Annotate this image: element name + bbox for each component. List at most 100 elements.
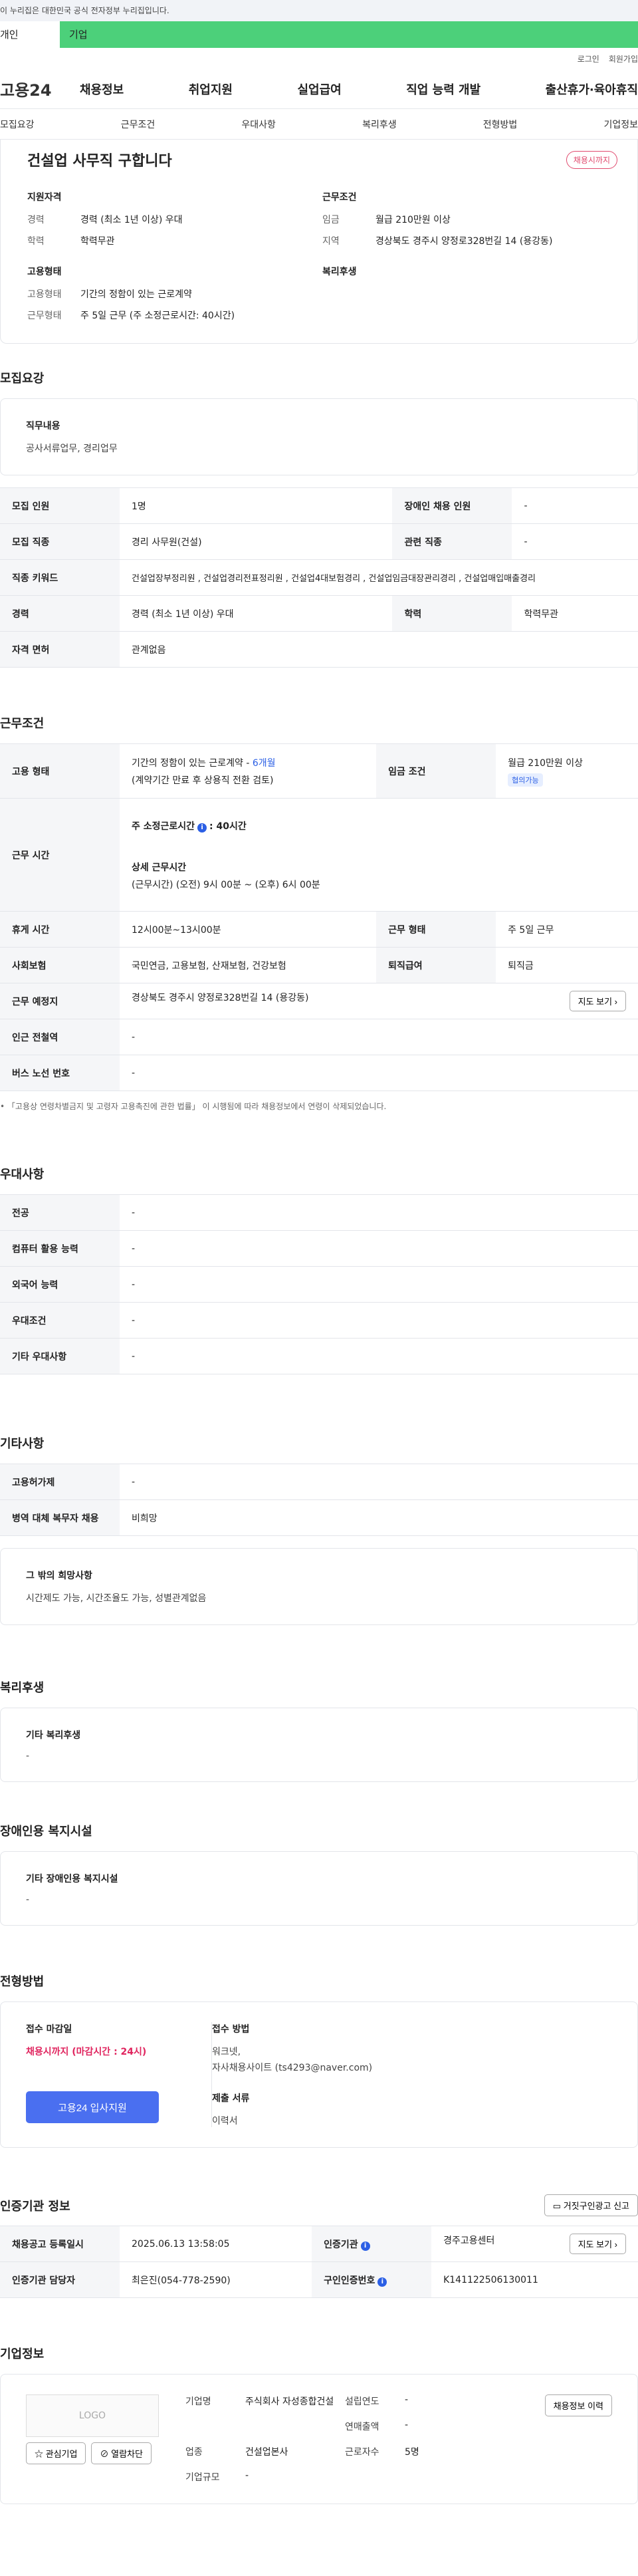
report-button[interactable]: ▭ 거짓구인광고 신고 [544, 2194, 638, 2216]
recruit-title: 모집요강 [0, 372, 45, 386]
subnav-welfare[interactable]: 복리후생 [362, 118, 397, 131]
tab-personal[interactable]: 개인 [0, 21, 60, 48]
location-value: 경상북도 경주시 양정로328번길 14 (용강동) [132, 993, 309, 1003]
info-icon[interactable]: i [360, 2241, 370, 2251]
table-row: 직종 키워드 건설업장부정리원 , 건설업경리전표정리원 , 건설업4대보험경리 … [0, 559, 638, 596]
table-row: 버스 노선 번호 - [0, 1055, 638, 1091]
gnb-item-parental-leave[interactable]: 출산휴가·육아휴직 [546, 80, 638, 98]
age-note-text: 「고용상 연령차별금지 및 고령자 고용촉진에 관한 법률」 이 시행됨에 따라… [7, 1102, 387, 1111]
info-icon[interactable]: i [197, 823, 207, 833]
tab-company[interactable]: 기업 [60, 21, 638, 48]
cell-value: - [120, 1194, 638, 1231]
block-button-label: 열람차단 [111, 2449, 143, 2459]
sum-key: 임금 [322, 215, 340, 225]
hope-label: 그 밖의 희망사항 [26, 1571, 92, 1581]
cell-key: 근무 시간 [0, 798, 120, 912]
sum-key: 학력 [27, 236, 45, 247]
subnav-recruit[interactable]: 모집요강 [0, 118, 35, 131]
agency-table: 채용공고 등록일시 2025.06.13 13:58:05 인증기관 i 경주고용… [0, 2226, 638, 2298]
company-field-value: 주식회사 자성종합건설 [245, 2396, 334, 2407]
cell-key: 장애인 채용 인원 [392, 487, 512, 524]
company-field-key: 기업명 [185, 2396, 211, 2407]
company-field-value: 5명 [405, 2447, 419, 2458]
subnav-conditions[interactable]: 근무조건 [121, 118, 156, 131]
hope-box: 그 밖의 희망사항 시간제도 가능, 시간조율도 가능, 성별관계없음 [0, 1548, 638, 1625]
cell-value: - [120, 1338, 638, 1374]
info-icon[interactable]: i [377, 2277, 387, 2287]
subnav-preference[interactable]: 우대사항 [241, 118, 276, 131]
cell-value: - [512, 523, 638, 560]
map-button[interactable]: 지도 보기 › [569, 991, 626, 1011]
login-link[interactable]: 로그인 [578, 53, 599, 64]
interest-company-button[interactable]: ☆ 관심기업 [26, 2442, 86, 2464]
company-box: LOGO ☆ 관심기업 ⊘ 열람차단 기업명 주식회사 자성종합건설 설립연도 … [0, 2374, 638, 2504]
company-field-key: 연매출액 [345, 2422, 379, 2432]
method-label: 접수 방법 [212, 2024, 250, 2035]
cell-key: 컴퓨터 활용 능력 [0, 1230, 120, 1267]
disability-box-label: 기타 장애인용 복지시설 [26, 1874, 118, 1884]
hours-main-label: 주 소정근로시간 [132, 821, 195, 832]
table-row: 컴퓨터 활용 능력 - [0, 1230, 638, 1267]
cell-value: K141122506130011 [431, 2261, 638, 2298]
table-row: 채용공고 등록일시 2025.06.13 13:58:05 인증기관 i 경주고용… [0, 2226, 638, 2262]
preference-table: 전공 - 컴퓨터 활용 능력 - 외국어 능력 - 우대조건 - 기타 우대사항 - [0, 1194, 638, 1374]
gnb-item-skills-dev[interactable]: 직업 능력 개발 [406, 80, 480, 98]
cell-value: 퇴직금 [496, 947, 638, 983]
history-button[interactable]: 채용정보 이력 [544, 2394, 612, 2416]
employment-type-label: 고용형태 [27, 267, 62, 277]
qualification-label: 지원자격 [27, 192, 62, 203]
table-row: 기타 우대사항 - [0, 1338, 638, 1374]
subnav-company[interactable]: 기업정보 [603, 118, 638, 131]
cell-key: 사회보험 [0, 947, 120, 983]
star-icon: ☆ [35, 2449, 44, 2459]
cell-value: 월급 210만원 이상 협의가능 [496, 743, 638, 799]
block-view-button[interactable]: ⊘ 열람차단 [91, 2442, 152, 2464]
cell-key: 전공 [0, 1194, 120, 1231]
company-field-key: 업종 [185, 2447, 203, 2458]
sum-key: 경력 [27, 215, 45, 225]
method-text: 워크넷, [212, 2047, 241, 2057]
cell-value: 주 5일 근무 [496, 911, 638, 948]
table-row: 고용 형태 기간의 정함이 있는 근로계약 - 6개월 (계약기간 만료 후 상… [0, 743, 638, 799]
apply-button[interactable]: 고용24 입사지원 [26, 2091, 159, 2123]
cell-key: 버스 노선 번호 [0, 1055, 120, 1091]
signup-link[interactable]: 회원가입 [609, 53, 638, 64]
cell-value: 최은진(054-778-2590) [120, 2261, 312, 2298]
table-row: 사회보험 국민연금, 고용보험, 산재보험, 건강보험 퇴직급여 퇴직금 [0, 947, 638, 983]
recruit-table: 모집 인원 1명 장애인 채용 인원 - 모집 직종 경리 사무원(건설) 관련 직종 - … [0, 487, 638, 668]
agency-value: 경주고용센터 [443, 2236, 495, 2246]
gnb-item-unemployment-benefit[interactable]: 실업급여 [298, 80, 342, 98]
cell-key: 학력 [392, 595, 512, 632]
cell-key: 자격 면허 [0, 631, 120, 668]
company-logo: LOGO [26, 2394, 159, 2437]
cell-value: 경상북도 경주시 양정로328번길 14 (용강동) 지도 보기 › [120, 983, 638, 1019]
cell-value: 경력 (최소 1년 이상) 우대 [120, 595, 393, 632]
agency-map-button[interactable]: 지도 보기 › [569, 2234, 626, 2254]
gnb-item-jobs[interactable]: 채용정보 [80, 80, 124, 98]
cell-key: 근무 형태 [376, 911, 496, 948]
work-conditions-label: 근무조건 [322, 192, 357, 203]
top-tabs: 개인 기업 [0, 21, 638, 48]
hours-detail-value: (근무시간) (오전) 9시 00분 ~ (오후) 6시 00분 [132, 879, 320, 890]
site-logo[interactable]: 고용24 [0, 77, 80, 100]
table-row: 우대조건 - [0, 1302, 638, 1339]
cell-value: - [120, 1019, 638, 1055]
cell-value: - [120, 1230, 638, 1267]
hours-main-value: : 40시간 [209, 821, 247, 832]
cell-value: 기간의 정함이 있는 근로계약 - 6개월 (계약기간 만료 후 상용직 전환 … [120, 743, 377, 799]
company-field-key: 기업규모 [185, 2472, 220, 2483]
bullet-icon: • [0, 1102, 7, 1111]
company-field-value: - [245, 2470, 249, 2481]
global-nav: 고용24 채용정보 취업지원 실업급여 직업 능력 개발 출산휴가·육아휴직 [0, 69, 638, 109]
subnav-selection[interactable]: 전형방법 [483, 118, 518, 131]
job-summary-card: 건설업 사무직 구합니다 채용시까지 지원자격 경력 경력 (최소 1년 이상) … [0, 140, 638, 344]
duty-text: 공사서류업무, 경리업무 [26, 444, 118, 454]
cell-value: 비희망 [120, 1499, 638, 1536]
negotiable-tag: 협의가능 [508, 773, 543, 787]
cell-value: 학력무관 [512, 595, 638, 632]
table-row: 병역 대체 복무자 채용 비희망 [0, 1499, 638, 1536]
cell-key: 휴게 시간 [0, 911, 120, 948]
gnb-item-employment-support[interactable]: 취업지원 [189, 80, 233, 98]
interest-button-label: 관심기업 [45, 2449, 78, 2459]
map-button-label: 지도 보기 [578, 2240, 613, 2250]
